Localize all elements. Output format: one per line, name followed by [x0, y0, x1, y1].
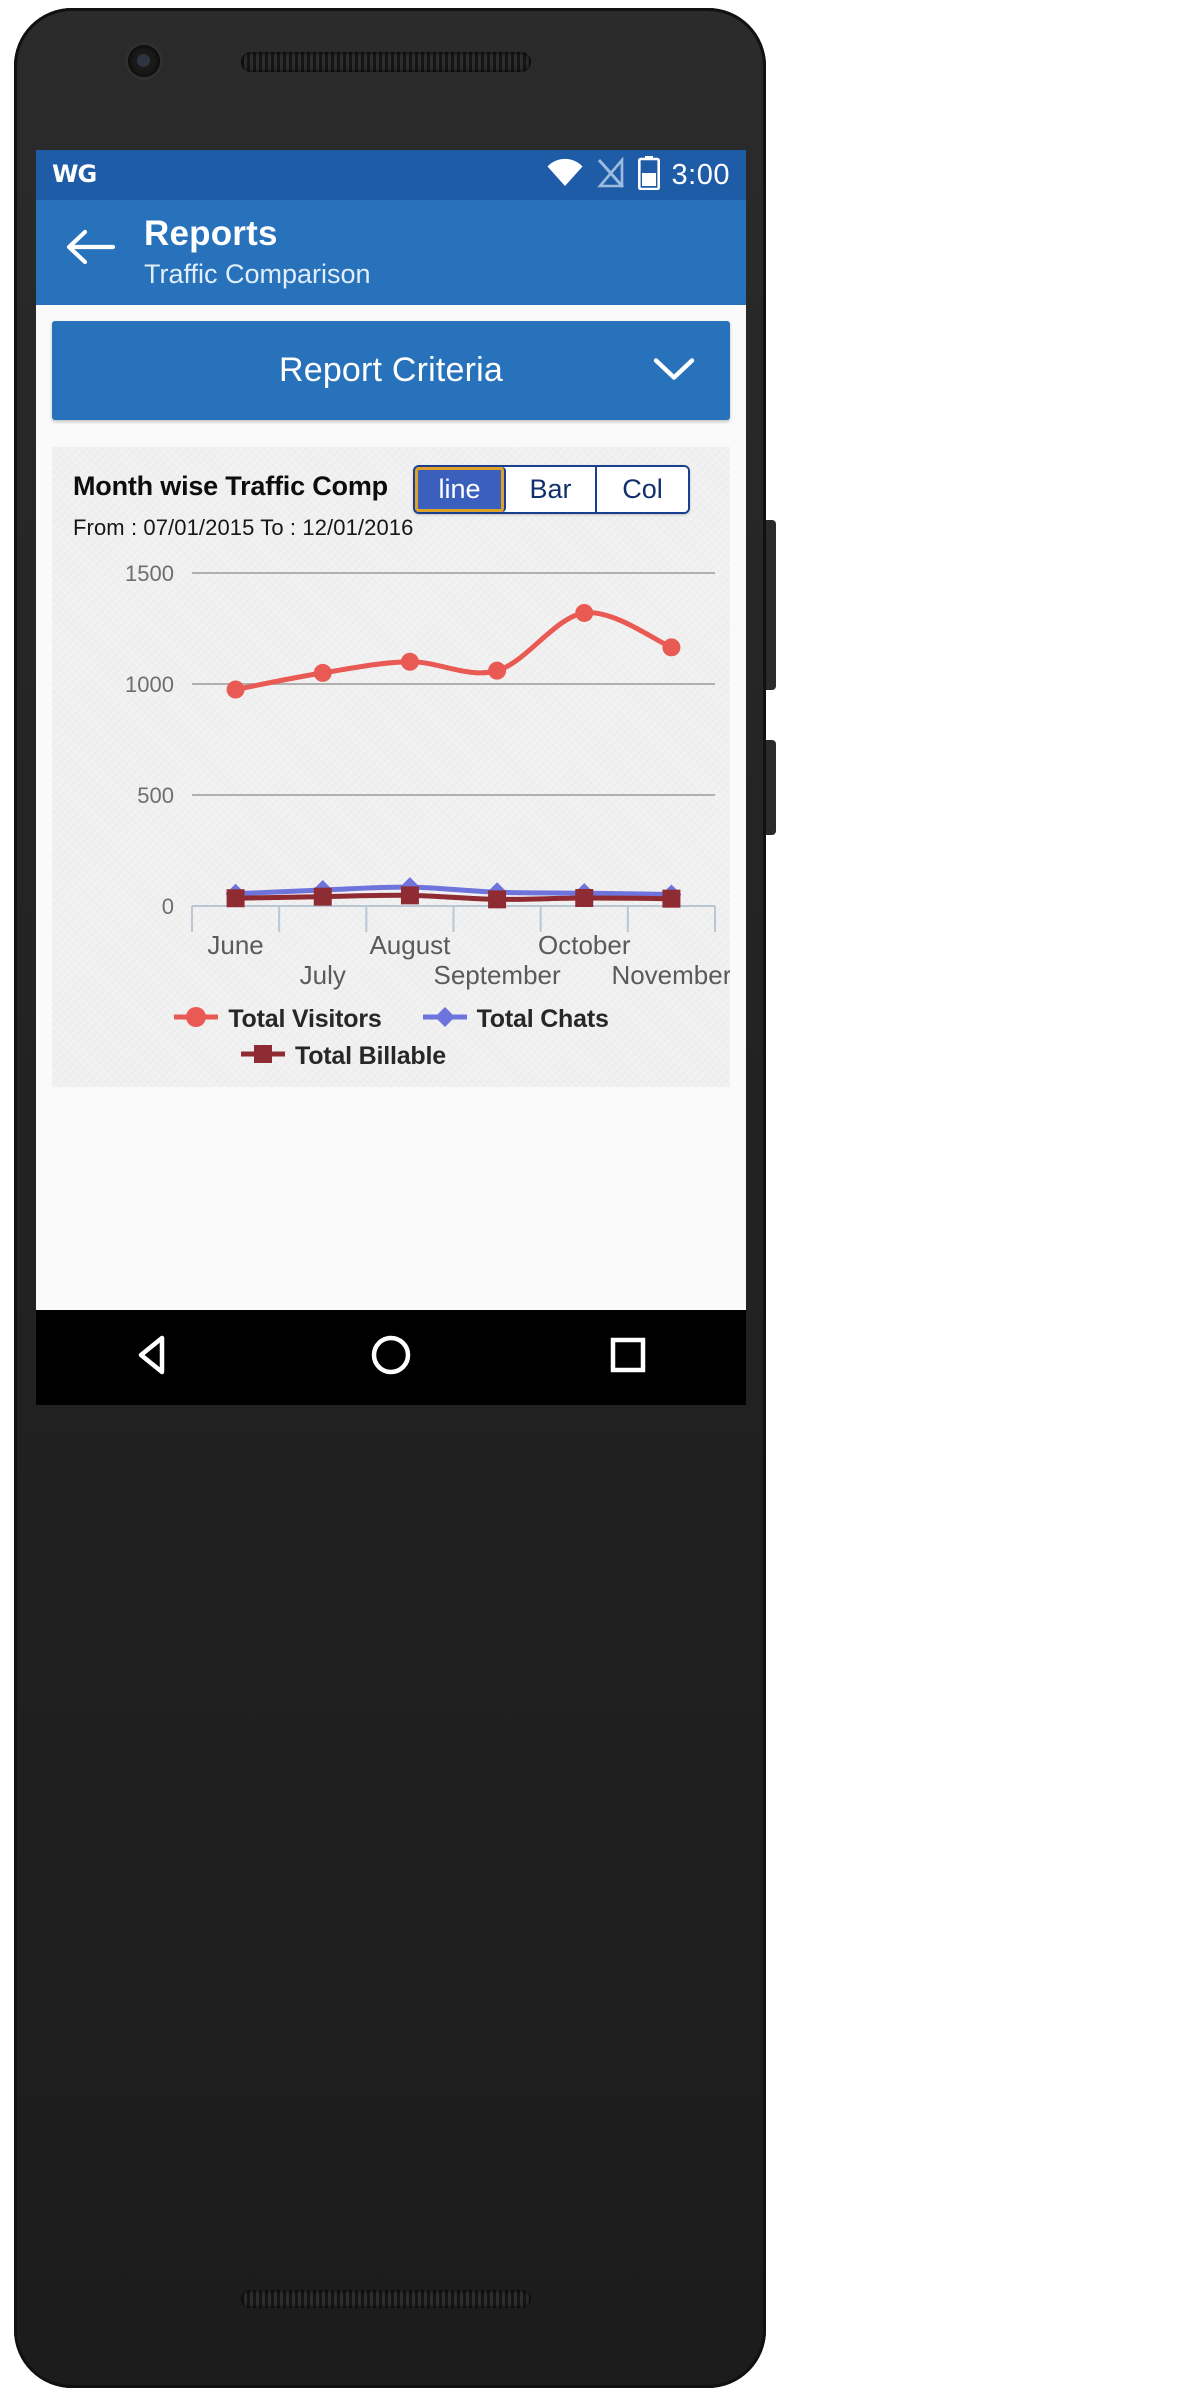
- y-axis-tick-label: 0: [162, 894, 174, 919]
- legend-label-total-chats: Total Chats: [476, 1005, 609, 1033]
- back-button[interactable]: [36, 214, 144, 271]
- screenshot-root: WG 3:00 Reports Traffic Comparison Repor…: [0, 0, 1198, 2396]
- chart-type-col-button[interactable]: Col: [597, 467, 688, 512]
- back-arrow-icon: [65, 228, 116, 271]
- app-bar: Reports Traffic Comparison: [36, 200, 746, 305]
- wg-logo-icon: WG: [52, 160, 97, 188]
- wifi-icon: [546, 158, 584, 193]
- legend-row-2: Total Billable: [52, 1042, 730, 1071]
- nav-home-button[interactable]: [346, 1310, 436, 1405]
- phone-screen: WG 3:00 Reports Traffic Comparison Repor…: [36, 150, 746, 1310]
- legend-item-total-visitors[interactable]: Total Visitors: [173, 1005, 382, 1034]
- legend-marker-diamond-icon: [422, 1005, 468, 1034]
- app-bar-titles: Reports Traffic Comparison: [144, 214, 371, 293]
- x-axis-tick-label: August: [369, 930, 451, 960]
- legend-marker-circle-icon: [173, 1005, 219, 1034]
- chart-title: Month wise Traffic Comp: [73, 471, 388, 501]
- chart-type-line-button[interactable]: line: [415, 467, 506, 512]
- report-criteria-label: Report Criteria: [278, 351, 504, 389]
- chart-type-segmented-control: line Bar Col: [413, 465, 690, 514]
- chevron-down-icon: [652, 354, 696, 387]
- report-criteria-toggle[interactable]: Report Criteria: [52, 321, 730, 420]
- legend-marker-square-icon: [240, 1042, 286, 1071]
- nav-home-circle-icon: [368, 1332, 414, 1383]
- signal-off-icon: [596, 155, 626, 194]
- x-axis-tick-label: July: [300, 960, 346, 990]
- legend-item-total-billable[interactable]: Total Billable: [240, 1042, 446, 1071]
- earpiece-speaker: [241, 52, 531, 72]
- x-axis-tick-label: October: [538, 930, 631, 960]
- status-bar-right: 3:00: [546, 155, 730, 195]
- y-axis-tick-label: 1000: [125, 672, 174, 697]
- page-title: Reports: [144, 214, 278, 253]
- chart-type-bar-button[interactable]: Bar: [506, 467, 597, 512]
- chart-svg: 0 500 1000 1500 June July AugustSeptemberOctob…: [125, 561, 730, 990]
- chart-legend: Total Visitors Total Chats Total Billabl…: [52, 1005, 730, 1071]
- status-bar: WG 3:00: [36, 150, 746, 200]
- status-bar-clock: 3:00: [671, 158, 730, 191]
- legend-label-total-visitors: Total Visitors: [228, 1005, 382, 1033]
- nav-back-button[interactable]: [109, 1310, 199, 1405]
- power-button[interactable]: [766, 740, 776, 835]
- x-axis-tick-label: June: [207, 930, 263, 960]
- volume-button[interactable]: [766, 520, 776, 690]
- x-axis-tick-label: November: [611, 960, 730, 990]
- content-area: Report Criteria Month wise Traffic Comp …: [36, 305, 746, 1310]
- nav-recents-button[interactable]: [583, 1310, 673, 1405]
- line-chart-plot: 0 500 1000 1500 June July August September Octob…: [52, 551, 730, 991]
- legend-item-total-chats[interactable]: Total Chats: [422, 1005, 609, 1034]
- chart-date-range: From : 07/01/2015 To : 12/01/2016: [73, 515, 414, 540]
- page-subtitle: Traffic Comparison: [144, 259, 371, 290]
- nav-back-triangle-icon: [131, 1332, 177, 1383]
- battery-icon: [637, 155, 660, 195]
- x-axis-tick-label: September: [433, 960, 561, 990]
- front-camera: [128, 45, 160, 77]
- nav-recents-square-icon: [605, 1332, 651, 1383]
- chart-card: Month wise Traffic Comp From : 07/01/201…: [52, 447, 730, 1087]
- y-axis-tick-label: 1500: [125, 561, 174, 586]
- bottom-speaker: [241, 2290, 531, 2308]
- y-axis-tick-label: 500: [137, 783, 174, 808]
- legend-label-total-billable: Total Billable: [295, 1042, 446, 1070]
- android-navigation-bar: [36, 1310, 746, 1405]
- legend-row-1: Total Visitors Total Chats: [52, 1005, 730, 1034]
